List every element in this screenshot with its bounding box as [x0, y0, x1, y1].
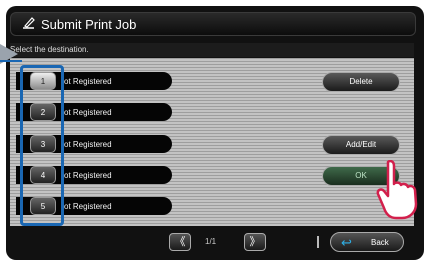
next-page-button[interactable]: 》: [244, 233, 266, 251]
destination-label: ot Registered: [64, 77, 112, 86]
instruction-text: Select the destination.: [10, 45, 89, 54]
callout-line: [0, 60, 22, 72]
destination-label: ot Registered: [64, 140, 112, 149]
add-edit-button[interactable]: Add/Edit: [322, 135, 400, 155]
destination-label: ot Registered: [64, 108, 112, 117]
destination-label: ot Registered: [64, 171, 112, 180]
delete-button[interactable]: Delete: [322, 72, 400, 92]
prev-page-button[interactable]: 《: [169, 233, 191, 251]
destination-label: ot Registered: [64, 202, 112, 211]
back-label: Back: [371, 238, 389, 247]
title-bar: Submit Print Job: [10, 12, 416, 36]
page-title: Submit Print Job: [41, 17, 137, 32]
pointing-hand-icon: [376, 159, 422, 225]
edit-pen-icon: [21, 15, 37, 34]
instruction-bar: Select the destination.: [10, 43, 414, 57]
back-arrow-icon: ↩: [341, 235, 352, 250]
back-button[interactable]: ↩ Back: [330, 232, 404, 252]
number-buttons-highlight: [20, 65, 64, 226]
footer-divider: [317, 236, 319, 248]
page-indicator: 1/1: [205, 237, 217, 246]
